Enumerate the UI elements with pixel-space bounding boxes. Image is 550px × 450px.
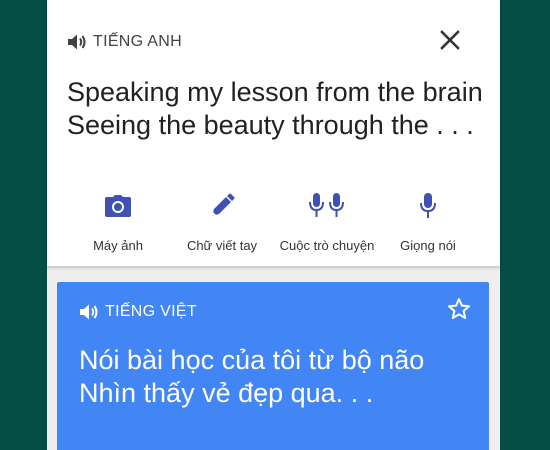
close-button[interactable] [437, 29, 463, 55]
speaker-icon[interactable] [67, 33, 87, 51]
favorite-button[interactable] [446, 297, 472, 326]
translate-panel: TIẾNG ANH Speaking my lesson from the br… [47, 0, 500, 450]
conversation-button[interactable]: Cuộc trò chuyện [272, 188, 382, 258]
star-outline-icon[interactable] [447, 297, 471, 326]
tool-label-voice: Giọng nói [400, 238, 456, 253]
source-card: TIẾNG ANH Speaking my lesson from the br… [47, 0, 500, 266]
tool-label-handwriting: Chữ viết tay [186, 238, 258, 253]
camera-button[interactable]: Máy ảnh [63, 188, 173, 258]
voice-button[interactable]: Giọng nói [373, 188, 483, 258]
tool-label-conversation: Cuộc trò chuyện [279, 238, 375, 253]
translation-text[interactable]: Nói bài học của tôi từ bộ não Nhìn thấy … [79, 344, 479, 410]
speaker-icon[interactable] [79, 303, 99, 321]
target-language-label: TIẾNG VIỆT [105, 303, 197, 320]
source-language-row[interactable]: TIẾNG ANH [67, 30, 182, 54]
mic-icon[interactable] [373, 192, 483, 220]
translation-card[interactable]: TIẾNG VIỆT Nói bài học của tôi từ bộ não… [57, 282, 489, 450]
handwriting-button[interactable]: Chữ viết tay [167, 188, 277, 258]
source-text[interactable]: Speaking my lesson from the brain Seeing… [67, 76, 487, 142]
source-language-label: TIẾNG ANH [93, 33, 182, 50]
tool-label-camera: Máy ảnh [93, 238, 143, 253]
conversation-mic-icon[interactable] [272, 192, 382, 220]
pen-icon[interactable] [167, 192, 277, 220]
camera-icon[interactable] [63, 192, 173, 220]
input-tools: Máy ảnh Chữ viết tay Cuộc trò chuyện Giọ… [47, 188, 500, 258]
target-language-row[interactable]: TIẾNG VIỆT [79, 300, 197, 324]
close-icon[interactable] [440, 29, 460, 55]
